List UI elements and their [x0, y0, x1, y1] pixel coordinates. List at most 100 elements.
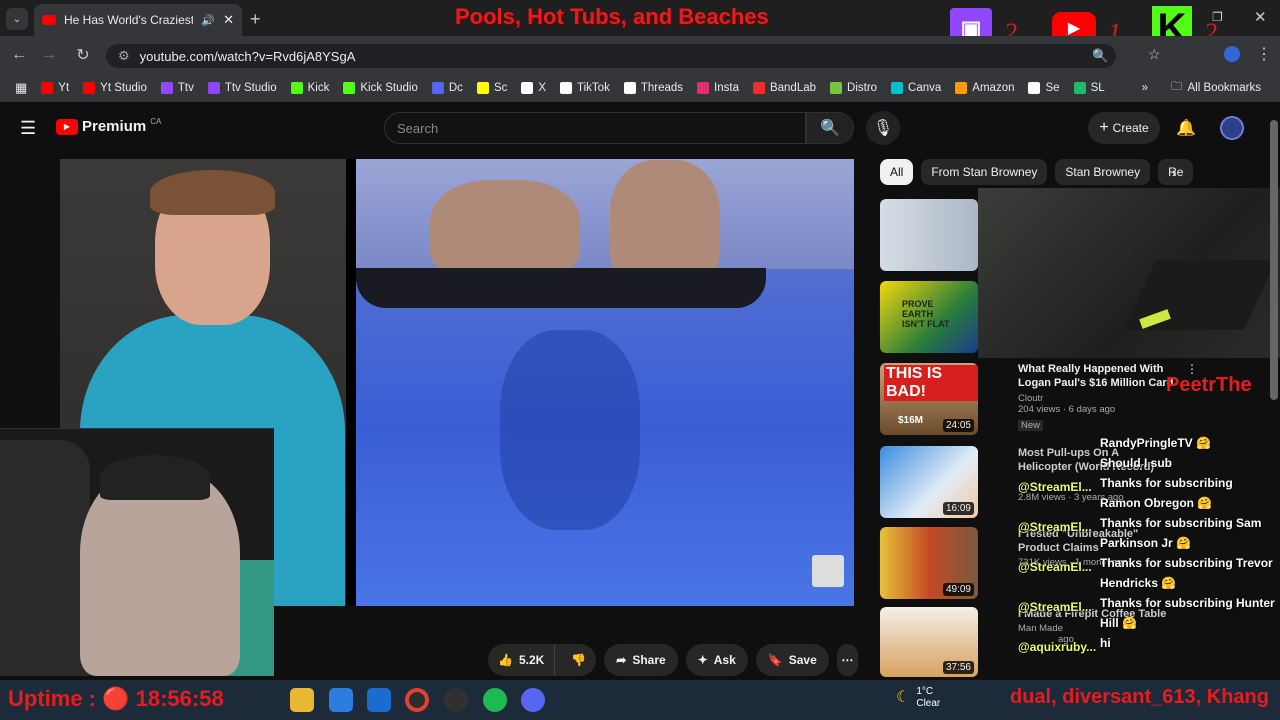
close-window-icon[interactable]: ✕ [1254, 8, 1267, 26]
bookmark-canva[interactable]: Canva [884, 82, 948, 94]
bookmark-tiktok[interactable]: TikTok [553, 82, 617, 94]
new-badge: New [1018, 420, 1044, 431]
bookmark-favicon-icon [343, 82, 356, 94]
chip-from-channel[interactable]: From Stan Browney [921, 159, 1048, 185]
new-tab-button[interactable]: + [250, 9, 261, 30]
related-thumb-1[interactable] [880, 199, 978, 271]
site-info-icon[interactable]: ⚙ [118, 48, 130, 64]
bookmark-dc[interactable]: Dc [425, 82, 470, 94]
hamburger-menu-icon[interactable]: ☰ [20, 118, 36, 139]
forward-arrow-icon[interactable]: → [34, 40, 64, 70]
bookmark-yt-studio[interactable]: Yt Studio [76, 82, 154, 94]
page-scrollbar[interactable] [1270, 120, 1278, 400]
like-count: 5.2K [518, 653, 545, 667]
browser-menu-icon[interactable]: ⋮ [1256, 44, 1272, 64]
youtube-favicon-icon [42, 15, 56, 25]
bookmark-sl[interactable]: SL [1067, 82, 1112, 94]
chat-username[interactable]: @StreamEl... [1018, 600, 1092, 614]
related-thumb-5[interactable]: 49:09 [880, 527, 978, 599]
reload-icon[interactable]: ↻ [68, 40, 98, 70]
duration-badge: 24:05 [942, 419, 974, 432]
dislike-button[interactable]: 👎 [561, 653, 596, 667]
like-button[interactable]: 👍 5.2K [488, 644, 556, 676]
video-meta: 204 views · 6 days ago [1018, 404, 1116, 415]
chrome-icon[interactable] [405, 688, 429, 712]
save-button[interactable]: 🔖 Save [755, 644, 829, 676]
temperature: 1°C [916, 686, 934, 697]
bookmark-label: Ttv [177, 82, 194, 94]
chat-username[interactable]: @StreamEl... [1018, 520, 1092, 534]
chat-message: Thanks for subscribing Sam [1100, 516, 1262, 530]
ask-button[interactable]: ✦ Ask [685, 644, 748, 676]
related-info-3[interactable]: What Really Happened With Logan Paul's $… [1018, 362, 1178, 433]
bookmark-kick-studio[interactable]: Kick Studio [336, 82, 425, 94]
bookmark-x[interactable]: X [514, 82, 553, 94]
related-thumb-2[interactable]: PROVE EARTH ISN'T FLAT [880, 281, 978, 353]
notifications-bell-icon[interactable]: 🔔 [1176, 118, 1196, 138]
bookmark-distro[interactable]: Distro [823, 82, 884, 94]
share-icon: ➦ [616, 653, 627, 667]
chip-all[interactable]: All [880, 159, 914, 185]
restore-window-icon[interactable]: ❐ [1212, 10, 1223, 24]
related-thumb-6[interactable]: 37:56 [880, 607, 978, 677]
bookmark-amazon[interactable]: Amazon [948, 82, 1021, 94]
spotify-icon[interactable] [483, 688, 507, 712]
chat-message: hi [1100, 636, 1111, 650]
chevron-right-icon[interactable]: › [1172, 164, 1177, 180]
chat-message: Hendricks 🤗 [1100, 576, 1177, 590]
bookmark-star-icon[interactable]: ☆ [1148, 46, 1161, 63]
store-icon[interactable] [329, 688, 353, 712]
discord-icon[interactable] [521, 688, 545, 712]
app-icon[interactable] [367, 688, 391, 712]
bookmark-list: Yt Yt Studio Ttv Ttv Studio Kick Kick Studio D… [34, 82, 1111, 94]
tab-audio-icon[interactable]: 🔊 [201, 14, 215, 27]
chat-username[interactable]: @StreamEl... [1018, 480, 1092, 494]
bookmark-ttv-studio[interactable]: Ttv Studio [201, 82, 284, 94]
streamer-cap [100, 455, 210, 500]
search-input[interactable]: Search [384, 112, 806, 144]
more-actions-button[interactable]: ⋯ [836, 644, 858, 676]
related-thumb-4[interactable]: 16:09 [880, 446, 978, 518]
ask-label: Ask [713, 653, 736, 667]
address-bar[interactable]: ⚙ youtube.com/watch?v=Rvd6jA8YSgA [106, 44, 1116, 68]
file-explorer-icon[interactable] [290, 688, 314, 712]
bookmark-label: Yt [58, 82, 70, 94]
bookmark-se[interactable]: Se [1021, 82, 1066, 94]
chat-username[interactable]: @aquixruby... [1018, 640, 1096, 654]
search-button[interactable]: 🔍 [806, 112, 854, 144]
chat-username[interactable]: @StreamEl... [1018, 560, 1092, 574]
share-button[interactable]: ➦ Share [604, 644, 678, 676]
channel-watermark[interactable] [812, 555, 844, 587]
tab-search-icon[interactable]: ⌄ [6, 8, 28, 30]
bookmark-yt[interactable]: Yt [34, 82, 76, 94]
apps-grid-icon[interactable]: ▦ [8, 80, 34, 96]
create-button[interactable]: + Create [1088, 112, 1160, 144]
related-thumb-3[interactable]: THIS IS BAD! $16M 24:05 [880, 363, 978, 435]
bookmark-bandlab[interactable]: BandLab [746, 82, 823, 94]
weather-widget[interactable]: ☾ 1°C Clear [896, 686, 940, 710]
stream-title-overlay: Pools, Hot Tubs, and Beaches [455, 4, 769, 29]
account-avatar[interactable] [1220, 116, 1244, 140]
subscriber-ticker: dual, diversant_613, Khang [1010, 686, 1269, 708]
bookmark-threads[interactable]: Threads [617, 82, 690, 94]
youtube-premium-logo[interactable]: ▶ Premium CA [56, 117, 161, 135]
bookmark-insta[interactable]: Insta [690, 82, 746, 94]
bookmark-favicon-icon [476, 82, 489, 94]
bookmark-kick[interactable]: Kick [284, 82, 337, 94]
more-bookmarks-icon[interactable]: » [1142, 82, 1148, 94]
bookmark-sc[interactable]: Sc [470, 82, 514, 94]
bookmarks-bar: ▦ Yt Yt Studio Ttv Ttv Studio Kick Kick Studi… [0, 74, 1280, 102]
tab-close-icon[interactable]: ✕ [223, 12, 234, 28]
zoom-icon[interactable]: 🔍 [1092, 48, 1108, 64]
bookmark-ttv[interactable]: Ttv [154, 82, 201, 94]
bookmark-favicon-icon [521, 82, 534, 94]
voice-search-button[interactable]: 🎙 [866, 111, 900, 145]
all-bookmarks-folder[interactable]: 🗀 All Bookmarks [1164, 79, 1268, 98]
back-arrow-icon[interactable]: ← [4, 40, 34, 70]
obs-icon[interactable] [444, 688, 468, 712]
bookmark-label: Yt Studio [100, 82, 147, 94]
profile-avatar[interactable] [1224, 46, 1240, 62]
chip-channel[interactable]: Stan Browney [1055, 159, 1151, 185]
thumbs-down-icon: 👎 [571, 653, 587, 667]
browser-tab-active[interactable]: He Has World's Craziest Bo 🔊 ✕ [34, 4, 242, 36]
